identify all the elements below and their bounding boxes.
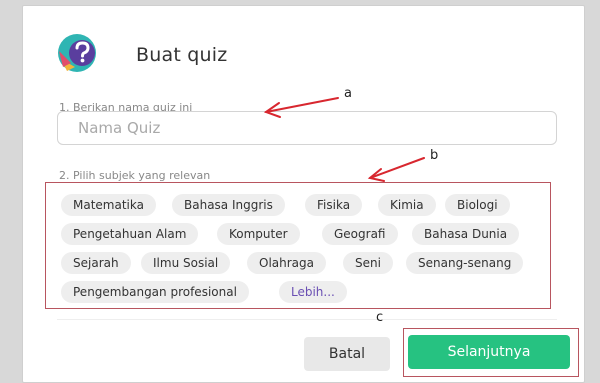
subject-chip[interactable]: Biologi — [445, 194, 510, 216]
annotation-label-b: b — [430, 148, 439, 163]
subject-chip[interactable]: Sejarah — [61, 252, 131, 274]
subject-label: 2. Pilih subjek yang relevan — [59, 169, 211, 182]
next-button-highlight: Selanjutnya — [403, 328, 579, 377]
question-mark-logo-icon — [58, 34, 96, 72]
dialog-title: Buat quiz — [136, 44, 228, 66]
subject-chip[interactable]: Bahasa Inggris — [172, 194, 285, 216]
subject-chip[interactable]: Olahraga — [247, 252, 326, 274]
quiz-name-input[interactable] — [57, 111, 557, 145]
subject-chip[interactable]: Kimia — [378, 194, 436, 216]
create-quiz-dialog: Buat quiz 1. Berikan nama quiz ini 2. Pi… — [22, 5, 585, 383]
subject-chip[interactable]: Senang-senang — [406, 252, 524, 274]
cancel-button[interactable]: Batal — [304, 337, 390, 371]
annotation-label-a: a — [344, 86, 352, 101]
subject-chip[interactable]: Pengembangan profesional — [61, 281, 249, 303]
subject-chip[interactable]: Pengetahuan Alam — [61, 223, 199, 245]
subject-chip[interactable]: Fisika — [305, 194, 363, 216]
subject-chip[interactable]: Bahasa Dunia — [412, 223, 520, 245]
more-subjects-link[interactable]: Lebih... — [279, 281, 347, 303]
subject-chip[interactable]: Matematika — [61, 194, 156, 216]
subject-chip[interactable]: Komputer — [217, 223, 300, 245]
subject-chip-group: Matematika Bahasa Inggris Fisika Kimia B… — [45, 182, 551, 309]
subject-chip[interactable]: Ilmu Sosial — [141, 252, 231, 274]
next-button[interactable]: Selanjutnya — [408, 335, 570, 369]
subject-chip[interactable]: Seni — [343, 252, 393, 274]
subject-chip[interactable]: Geografi — [322, 223, 398, 245]
footer-divider — [57, 319, 557, 320]
annotation-label-c: c — [376, 310, 384, 325]
